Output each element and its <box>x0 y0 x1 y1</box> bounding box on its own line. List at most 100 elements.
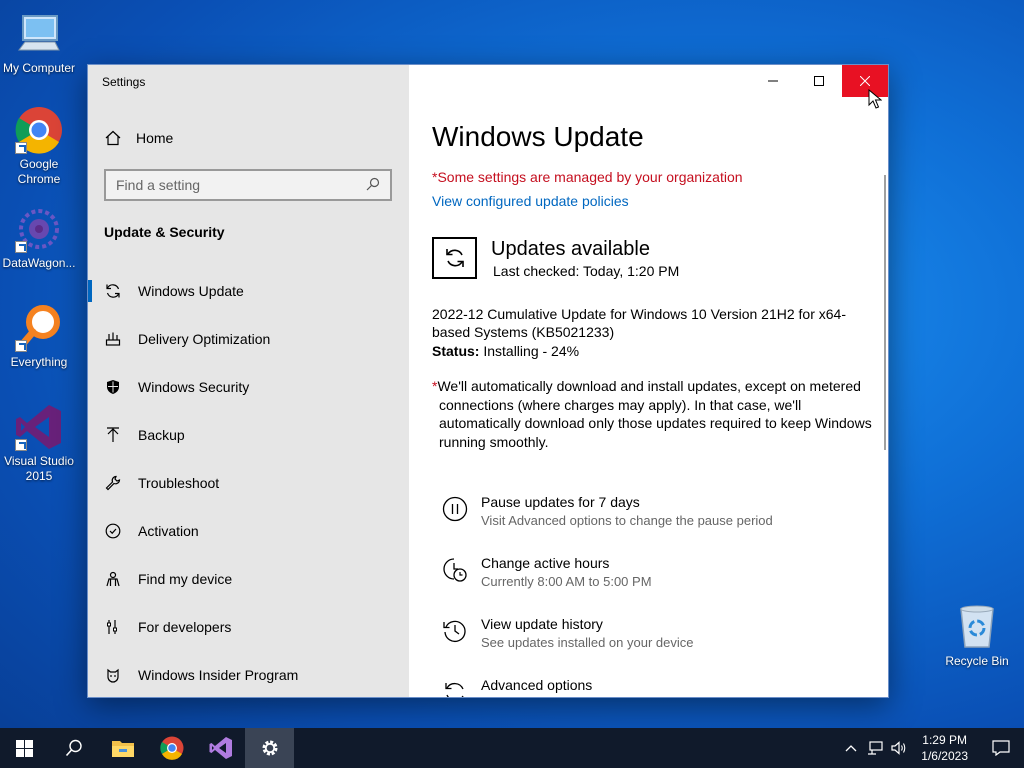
desktop-icon-everything[interactable]: Everything <box>2 304 76 370</box>
gear-icon <box>262 740 277 756</box>
desktop-icon-recycle-bin[interactable]: Recycle Bin <box>940 603 1014 669</box>
active-hours-icon <box>441 556 469 584</box>
status-label: Status: <box>432 343 480 359</box>
sidebar-home[interactable]: Home <box>104 129 173 147</box>
view-policies-link[interactable]: View configured update policies <box>432 193 629 209</box>
update-status-box: Updates available Last checked: Today, 1… <box>432 237 679 279</box>
option-subtitle: See updates installed on your device <box>481 635 694 650</box>
recycle-bin-icon <box>953 603 1001 651</box>
taskbar-settings[interactable] <box>245 728 294 768</box>
advanced-options-icon <box>441 678 469 697</box>
sidebar-item-label: Windows Security <box>138 379 250 395</box>
folder-icon <box>111 741 134 757</box>
clock-time: 1:29 PM <box>922 733 967 747</box>
option-change-active-hours[interactable]: Change active hours Currently 8:00 AM to… <box>441 554 861 615</box>
insider-icon <box>104 666 122 684</box>
update-name: 2022-12 Cumulative Update for Windows 10… <box>432 306 846 340</box>
visual-studio-icon <box>15 403 63 451</box>
sidebar-item-label: Windows Insider Program <box>138 667 299 683</box>
check-circle-icon <box>104 522 122 540</box>
sidebar-home-label: Home <box>136 130 174 146</box>
sidebar-item-troubleshoot[interactable]: Troubleshoot <box>88 459 409 507</box>
clock[interactable]: 1:29 PM 1/6/2023 <box>911 732 978 764</box>
sidebar-item-label: Troubleshoot <box>138 475 220 491</box>
managed-notice: *Some settings are managed by your organ… <box>432 169 743 185</box>
refresh-icon <box>104 282 122 300</box>
sidebar-item-label: Delivery Optimization <box>138 331 271 347</box>
update-options: Pause updates for 7 days Visit Advanced … <box>441 493 861 697</box>
start-button[interactable] <box>0 728 49 768</box>
sidebar-item-activation[interactable]: Activation <box>88 507 409 555</box>
settings-content: Windows Update *Some settings are manage… <box>409 65 888 697</box>
page-title: Windows Update <box>432 121 644 152</box>
minimize-icon <box>768 80 778 82</box>
chrome-icon <box>159 736 183 760</box>
delivery-icon <box>104 330 122 348</box>
everything-search-icon <box>15 304 63 352</box>
desktop-icon-google-chrome[interactable]: Google Chrome <box>2 106 76 187</box>
update-status: Status: Installing - 24% <box>432 343 579 359</box>
mouse-cursor-icon <box>868 89 882 109</box>
backup-icon <box>104 426 122 444</box>
history-icon <box>441 617 469 645</box>
sidebar-item-for-developers[interactable]: For developers <box>88 603 409 651</box>
taskbar-file-explorer[interactable] <box>98 728 147 768</box>
developer-icon <box>104 618 122 636</box>
settings-window: Settings Home Find a setting Update & Se… <box>87 64 889 698</box>
home-icon <box>104 129 122 147</box>
sidebar-item-find-my-device[interactable]: Find my device <box>88 555 409 603</box>
desktop-icon-label: Everything <box>10 355 68 369</box>
chevron-up-icon <box>845 745 857 752</box>
wrench-icon <box>104 474 122 492</box>
clock-date: 1/6/2023 <box>921 749 968 763</box>
option-subtitle: Currently 8:00 AM to 5:00 PM <box>481 574 652 589</box>
minimize-button[interactable] <box>750 65 796 97</box>
sidebar-item-label: For developers <box>138 619 232 635</box>
option-pause-updates[interactable]: Pause updates for 7 days Visit Advanced … <box>441 493 861 554</box>
option-advanced-options[interactable]: Advanced options <box>441 676 861 697</box>
desktop-icon-my-computer[interactable]: My Computer <box>2 10 76 76</box>
network-button[interactable] <box>863 728 887 768</box>
window-title: Settings <box>102 75 146 89</box>
sidebar-item-label: Find my device <box>138 571 233 587</box>
sidebar-nav: Windows Update Delivery Optimization Win… <box>88 267 409 697</box>
taskbar-search-button[interactable] <box>49 728 98 768</box>
sidebar-item-windows-security[interactable]: Windows Security <box>88 363 409 411</box>
last-checked: Last checked: Today, 1:20 PM <box>493 263 680 279</box>
status-title: Updates available <box>491 238 650 260</box>
notification-center-button[interactable] <box>978 728 1024 768</box>
desktop-icon-label: DataWagon... <box>2 256 76 270</box>
search-input[interactable]: Find a setting <box>104 169 392 201</box>
note-text: We'll automatically download and install… <box>437 378 872 450</box>
maximize-icon <box>814 76 824 86</box>
scrollbar[interactable] <box>884 175 886 450</box>
notification-icon <box>992 740 1010 756</box>
windows-logo-icon <box>16 739 33 757</box>
desktop-icon-visual-studio[interactable]: Visual Studio 2015 <box>2 403 76 484</box>
option-title: Advanced options <box>481 677 593 693</box>
search-icon[interactable] <box>366 177 380 194</box>
sidebar-item-windows-insider-program[interactable]: Windows Insider Program <box>88 651 409 697</box>
chrome-icon <box>15 106 63 154</box>
taskbar-visual-studio[interactable] <box>196 728 245 768</box>
close-icon <box>860 76 870 86</box>
search-icon <box>65 739 82 757</box>
sidebar-item-label: Windows Update <box>138 283 244 299</box>
sidebar-item-delivery-optimization[interactable]: Delivery Optimization <box>88 315 409 363</box>
computer-icon <box>15 10 63 58</box>
option-view-update-history[interactable]: View update history See updates installe… <box>441 615 861 676</box>
show-hidden-icons-button[interactable] <box>839 728 863 768</box>
auto-update-note: *We'll automatically download and instal… <box>432 377 872 451</box>
settings-sidebar: Settings Home Find a setting Update & Se… <box>88 65 409 697</box>
sidebar-item-windows-update[interactable]: Windows Update <box>88 267 409 315</box>
volume-button[interactable] <box>887 728 911 768</box>
status-value: Installing - 24% <box>483 343 580 359</box>
desktop-icon-label: My Computer <box>2 61 76 75</box>
shield-icon <box>104 378 122 396</box>
desktop-icon-datawagon[interactable]: DataWagon... <box>2 205 76 271</box>
sidebar-item-backup[interactable]: Backup <box>88 411 409 459</box>
maximize-button[interactable] <box>796 65 842 97</box>
system-tray: 1:29 PM 1/6/2023 <box>839 728 1024 768</box>
taskbar-chrome[interactable] <box>147 728 196 768</box>
sync-icon <box>432 237 477 279</box>
